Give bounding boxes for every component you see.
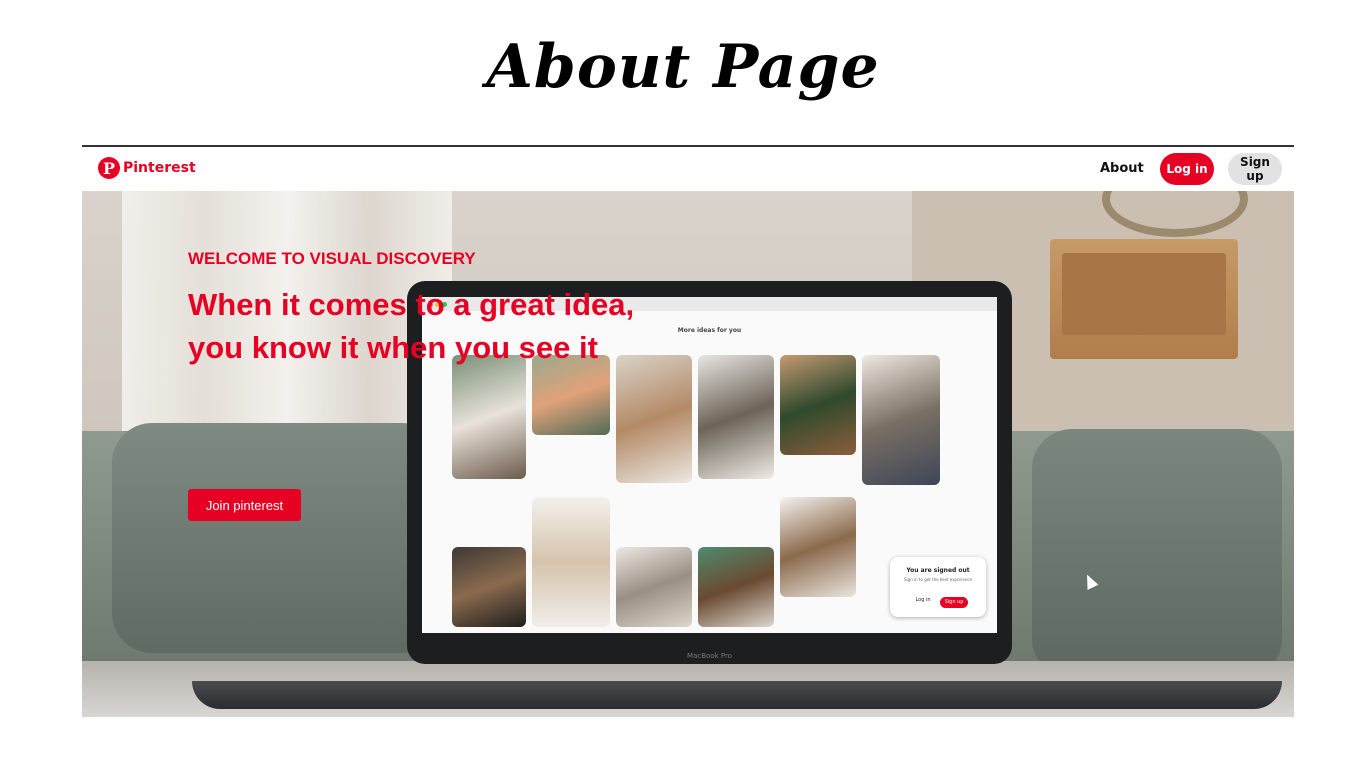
pin-image [532,497,610,627]
pin-image [780,497,856,597]
signed-out-text: Sign in to get the best experience [904,577,972,582]
slide-title: About Page [486,32,880,102]
laptop-base [192,681,1282,709]
pin-image [616,547,692,627]
pin-image [698,547,774,627]
top-nav: P Pinterest About Log in Sign up [82,147,1294,191]
signed-out-title: You are signed out [906,567,970,574]
background-cushion-left [112,423,442,653]
background-shelf [1050,239,1238,359]
website-frame: P Pinterest About Log in Sign up More id… [82,145,1294,717]
hero-eyebrow: WELCOME TO VISUAL DISCOVERY [188,249,476,268]
signed-out-signup: Sign up [940,597,968,608]
signed-out-popup: You are signed out Sign in to get the be… [890,557,986,617]
pin-image [862,355,940,485]
hero-text: WELCOME TO VISUAL DISCOVERY When it come… [188,249,648,369]
pinterest-logo[interactable]: P Pinterest [98,157,196,179]
signed-out-login: Log in [915,597,931,603]
hero-section: More ideas for you You are signed out Si… [82,191,1294,717]
laptop-brand: MacBook Pro [687,652,732,660]
pin-image [616,355,692,483]
pin-image [780,355,856,455]
signup-button[interactable]: Sign up [1228,153,1282,185]
hero-headline: When it comes to a great idea, you know … [188,287,635,365]
login-button[interactable]: Log in [1160,153,1214,185]
about-link[interactable]: About [1100,161,1144,176]
pin-image [698,355,774,479]
pin-image [452,355,526,479]
logo-text: Pinterest [123,160,196,176]
pinterest-logo-icon: P [98,157,120,179]
background-cushion-right [1032,429,1282,679]
pin-image [452,547,526,627]
join-pinterest-button[interactable]: Join pinterest [188,489,301,521]
